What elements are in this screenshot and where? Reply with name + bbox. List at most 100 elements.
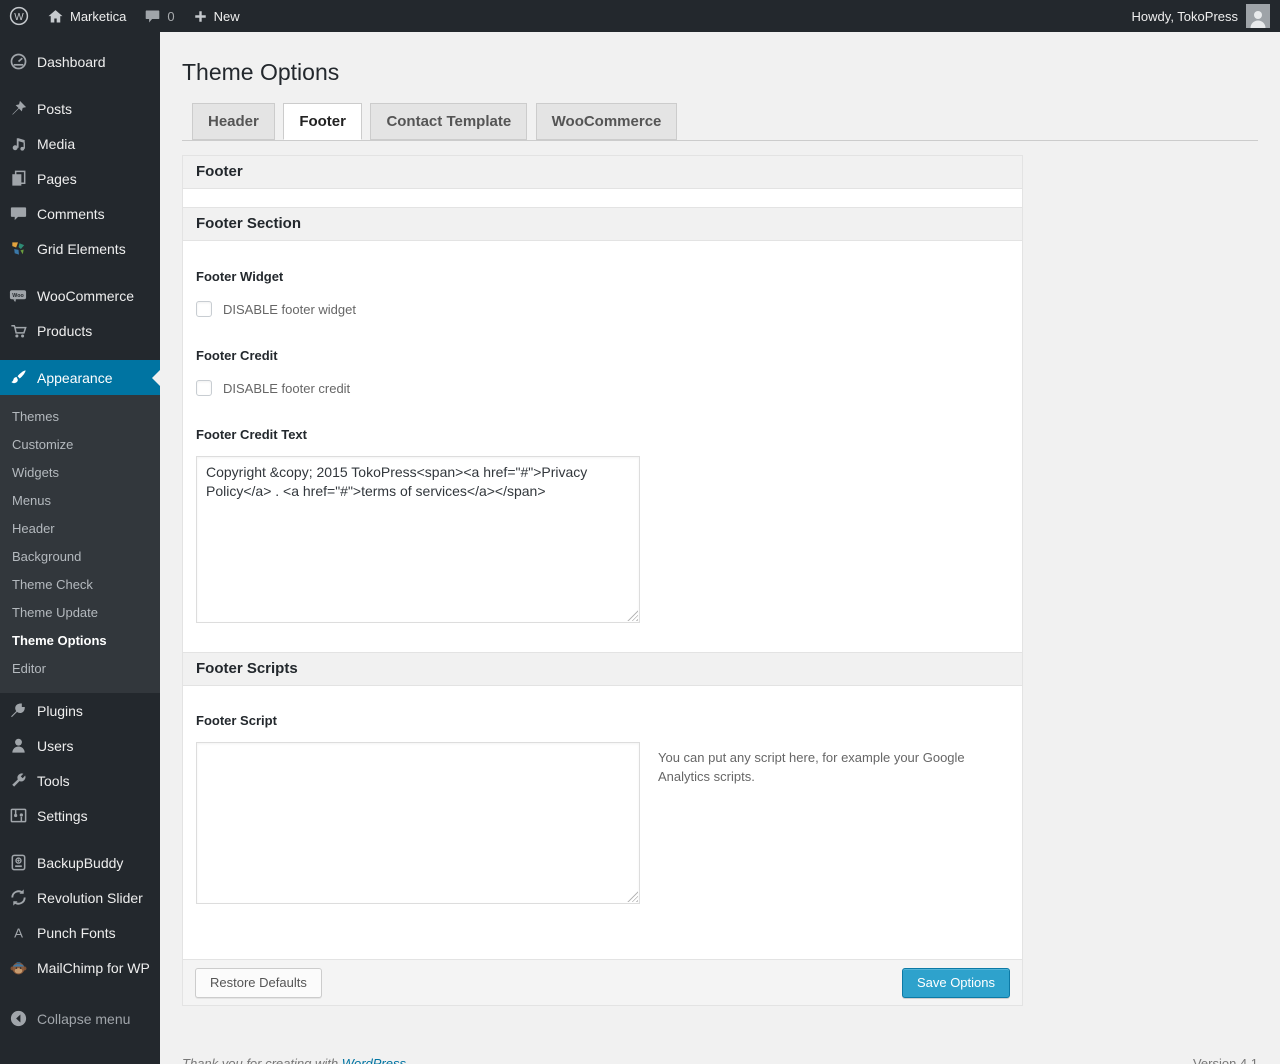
sidebar-item-grid-elements[interactable]: Grid Elements	[0, 231, 160, 266]
wordpress-link[interactable]: WordPress	[342, 1056, 406, 1064]
comments-count: 0	[167, 8, 175, 24]
new-content-menu[interactable]: New	[184, 0, 249, 32]
new-label: New	[213, 8, 240, 24]
admin-bar: W Marketica 0 New Howdy, TokoPress	[0, 0, 1280, 32]
sidebar-item-label: Appearance	[37, 369, 113, 386]
footer-credit-label: Footer Credit	[196, 348, 278, 363]
thanks-suffix: .	[406, 1056, 410, 1064]
sidebar-item-label: MailChimp for WP	[37, 959, 150, 976]
sidebar-item-themes[interactable]: Themes	[0, 403, 160, 431]
sidebar-item-woocommerce[interactable]: Woo WooCommerce	[0, 278, 160, 313]
sidebar-item-label: WooCommerce	[37, 287, 134, 304]
sidebar-item-users[interactable]: Users	[0, 728, 160, 763]
sidebar-item-mailchimp[interactable]: MailChimp for WP	[0, 950, 160, 985]
wordpress-logo-icon: W	[9, 6, 29, 26]
sidebar-item-plugins[interactable]: Plugins	[0, 693, 160, 728]
sidebar-item-media[interactable]: Media	[0, 126, 160, 161]
sidebar-item-label: Pages	[37, 170, 77, 187]
svg-text:A: A	[14, 925, 23, 940]
sidebar-item-comments[interactable]: Comments	[0, 196, 160, 231]
footer-widget-label: Footer Widget	[196, 269, 284, 284]
sidebar-item-settings[interactable]: Settings	[0, 798, 160, 833]
sidebar-item-dashboard[interactable]: Dashboard	[0, 44, 160, 79]
comments-bubble-icon	[8, 204, 28, 223]
sidebar-item-label: Revolution Slider	[37, 889, 143, 906]
settings-sliders-icon	[8, 806, 28, 825]
sidebar-item-appearance[interactable]: Appearance	[0, 360, 160, 395]
footer-script-textarea[interactable]	[196, 742, 640, 904]
sidebar-item-label: Dashboard	[37, 53, 106, 70]
wrench-icon	[8, 771, 28, 790]
main-content: Theme Options Header Footer Contact Temp…	[160, 32, 1280, 1064]
disable-footer-credit-label: DISABLE footer credit	[223, 380, 351, 396]
tab-contact-template[interactable]: Contact Template	[370, 103, 528, 140]
sidebar-item-punch-fonts[interactable]: A Punch Fonts	[0, 915, 160, 950]
sidebar-item-label: Products	[37, 322, 93, 339]
sidebar-item-pages[interactable]: Pages	[0, 161, 160, 196]
sidebar-item-tools[interactable]: Tools	[0, 763, 160, 798]
panel-spacer	[183, 189, 1022, 207]
sidebar-item-header[interactable]: Header	[0, 515, 160, 543]
howdy-label: Howdy, TokoPress	[1131, 8, 1238, 24]
restore-defaults-button[interactable]: Restore Defaults	[195, 967, 322, 998]
sidebar-item-customize[interactable]: Customize	[0, 431, 160, 459]
svg-text:W: W	[14, 12, 24, 23]
sidebar-item-posts[interactable]: Posts	[0, 91, 160, 126]
comments-menu[interactable]: 0	[135, 0, 183, 32]
footer-script-label: Footer Script	[196, 713, 277, 728]
pushpin-icon	[8, 99, 28, 118]
sidebar-item-theme-update[interactable]: Theme Update	[0, 599, 160, 627]
account-menu[interactable]: Howdy, TokoPress	[1132, 0, 1280, 32]
wordpress-logo-menu[interactable]: W	[0, 0, 38, 32]
woocommerce-badge-icon: Woo	[8, 286, 28, 305]
sidebar-item-label: Posts	[37, 100, 73, 117]
user-icon	[8, 736, 28, 755]
sidebar-item-revolution-slider[interactable]: Revolution Slider	[0, 880, 160, 915]
sidebar-item-label: Plugins	[37, 702, 83, 719]
disable-footer-credit-checkbox[interactable]	[196, 380, 212, 396]
sidebar-item-backupbuddy[interactable]: BackupBuddy	[0, 845, 160, 880]
dashboard-gauge-icon	[8, 52, 28, 71]
site-name-label: Marketica	[70, 8, 127, 24]
options-panel: Footer Footer Section Footer Widget DISA…	[182, 155, 1023, 1006]
media-note-icon	[8, 134, 28, 153]
page-footer: Thank you for creating with WordPress. V…	[182, 1056, 1258, 1064]
footer-credit-textarea[interactable]: Copyright &copy; 2015 TokoPress<span><a …	[196, 456, 640, 623]
sidebar-item-theme-check[interactable]: Theme Check	[0, 571, 160, 599]
backup-drive-icon	[8, 853, 28, 872]
disable-footer-widget-label: DISABLE footer widget	[223, 301, 356, 317]
sidebar-item-widgets[interactable]: Widgets	[0, 459, 160, 487]
tab-footer[interactable]: Footer	[283, 103, 362, 140]
sidebar-item-label: Settings	[37, 807, 88, 824]
sidebar-item-products[interactable]: Products	[0, 313, 160, 348]
footer-widget-checkbox-row: DISABLE footer widget	[196, 301, 1009, 317]
refresh-cycle-icon	[8, 888, 28, 907]
sidebar-item-background[interactable]: Background	[0, 543, 160, 571]
sidebar-item-label: BackupBuddy	[37, 854, 124, 871]
grid-elements-pinwheel-icon	[8, 239, 28, 258]
sidebar-item-editor[interactable]: Editor	[0, 655, 160, 683]
footer-credit-text-label: Footer Credit Text	[196, 427, 307, 442]
site-name-menu[interactable]: Marketica	[38, 0, 135, 32]
collapse-menu-button[interactable]: Collapse menu	[0, 1001, 160, 1036]
sidebar-item-menus[interactable]: Menus	[0, 487, 160, 515]
svg-text:Woo: Woo	[12, 293, 24, 299]
sidebar-item-label: Users	[37, 737, 74, 754]
cart-icon	[8, 321, 28, 340]
admin-sidebar: Dashboard Posts Media Pages Comments Gri…	[0, 32, 160, 1064]
avatar	[1246, 4, 1270, 28]
section-footer-scripts: Footer Scripts	[183, 652, 1022, 686]
tab-woocommerce[interactable]: WooCommerce	[535, 103, 678, 140]
plus-icon	[193, 9, 208, 24]
pages-icon	[8, 169, 28, 188]
disable-footer-widget-checkbox[interactable]	[196, 301, 212, 317]
panel-title-footer: Footer	[183, 156, 1022, 189]
sidebar-item-label: Tools	[37, 772, 70, 789]
tab-header[interactable]: Header	[192, 103, 275, 140]
panel-action-bar: Restore Defaults Save Options	[183, 959, 1022, 1005]
paintbrush-icon	[8, 368, 28, 387]
footer-credit-checkbox-row: DISABLE footer credit	[196, 380, 1009, 396]
footer-script-help-text: You can put any script here, for example…	[658, 750, 965, 784]
sidebar-item-theme-options[interactable]: Theme Options	[0, 627, 160, 655]
save-options-button[interactable]: Save Options	[901, 967, 1010, 998]
